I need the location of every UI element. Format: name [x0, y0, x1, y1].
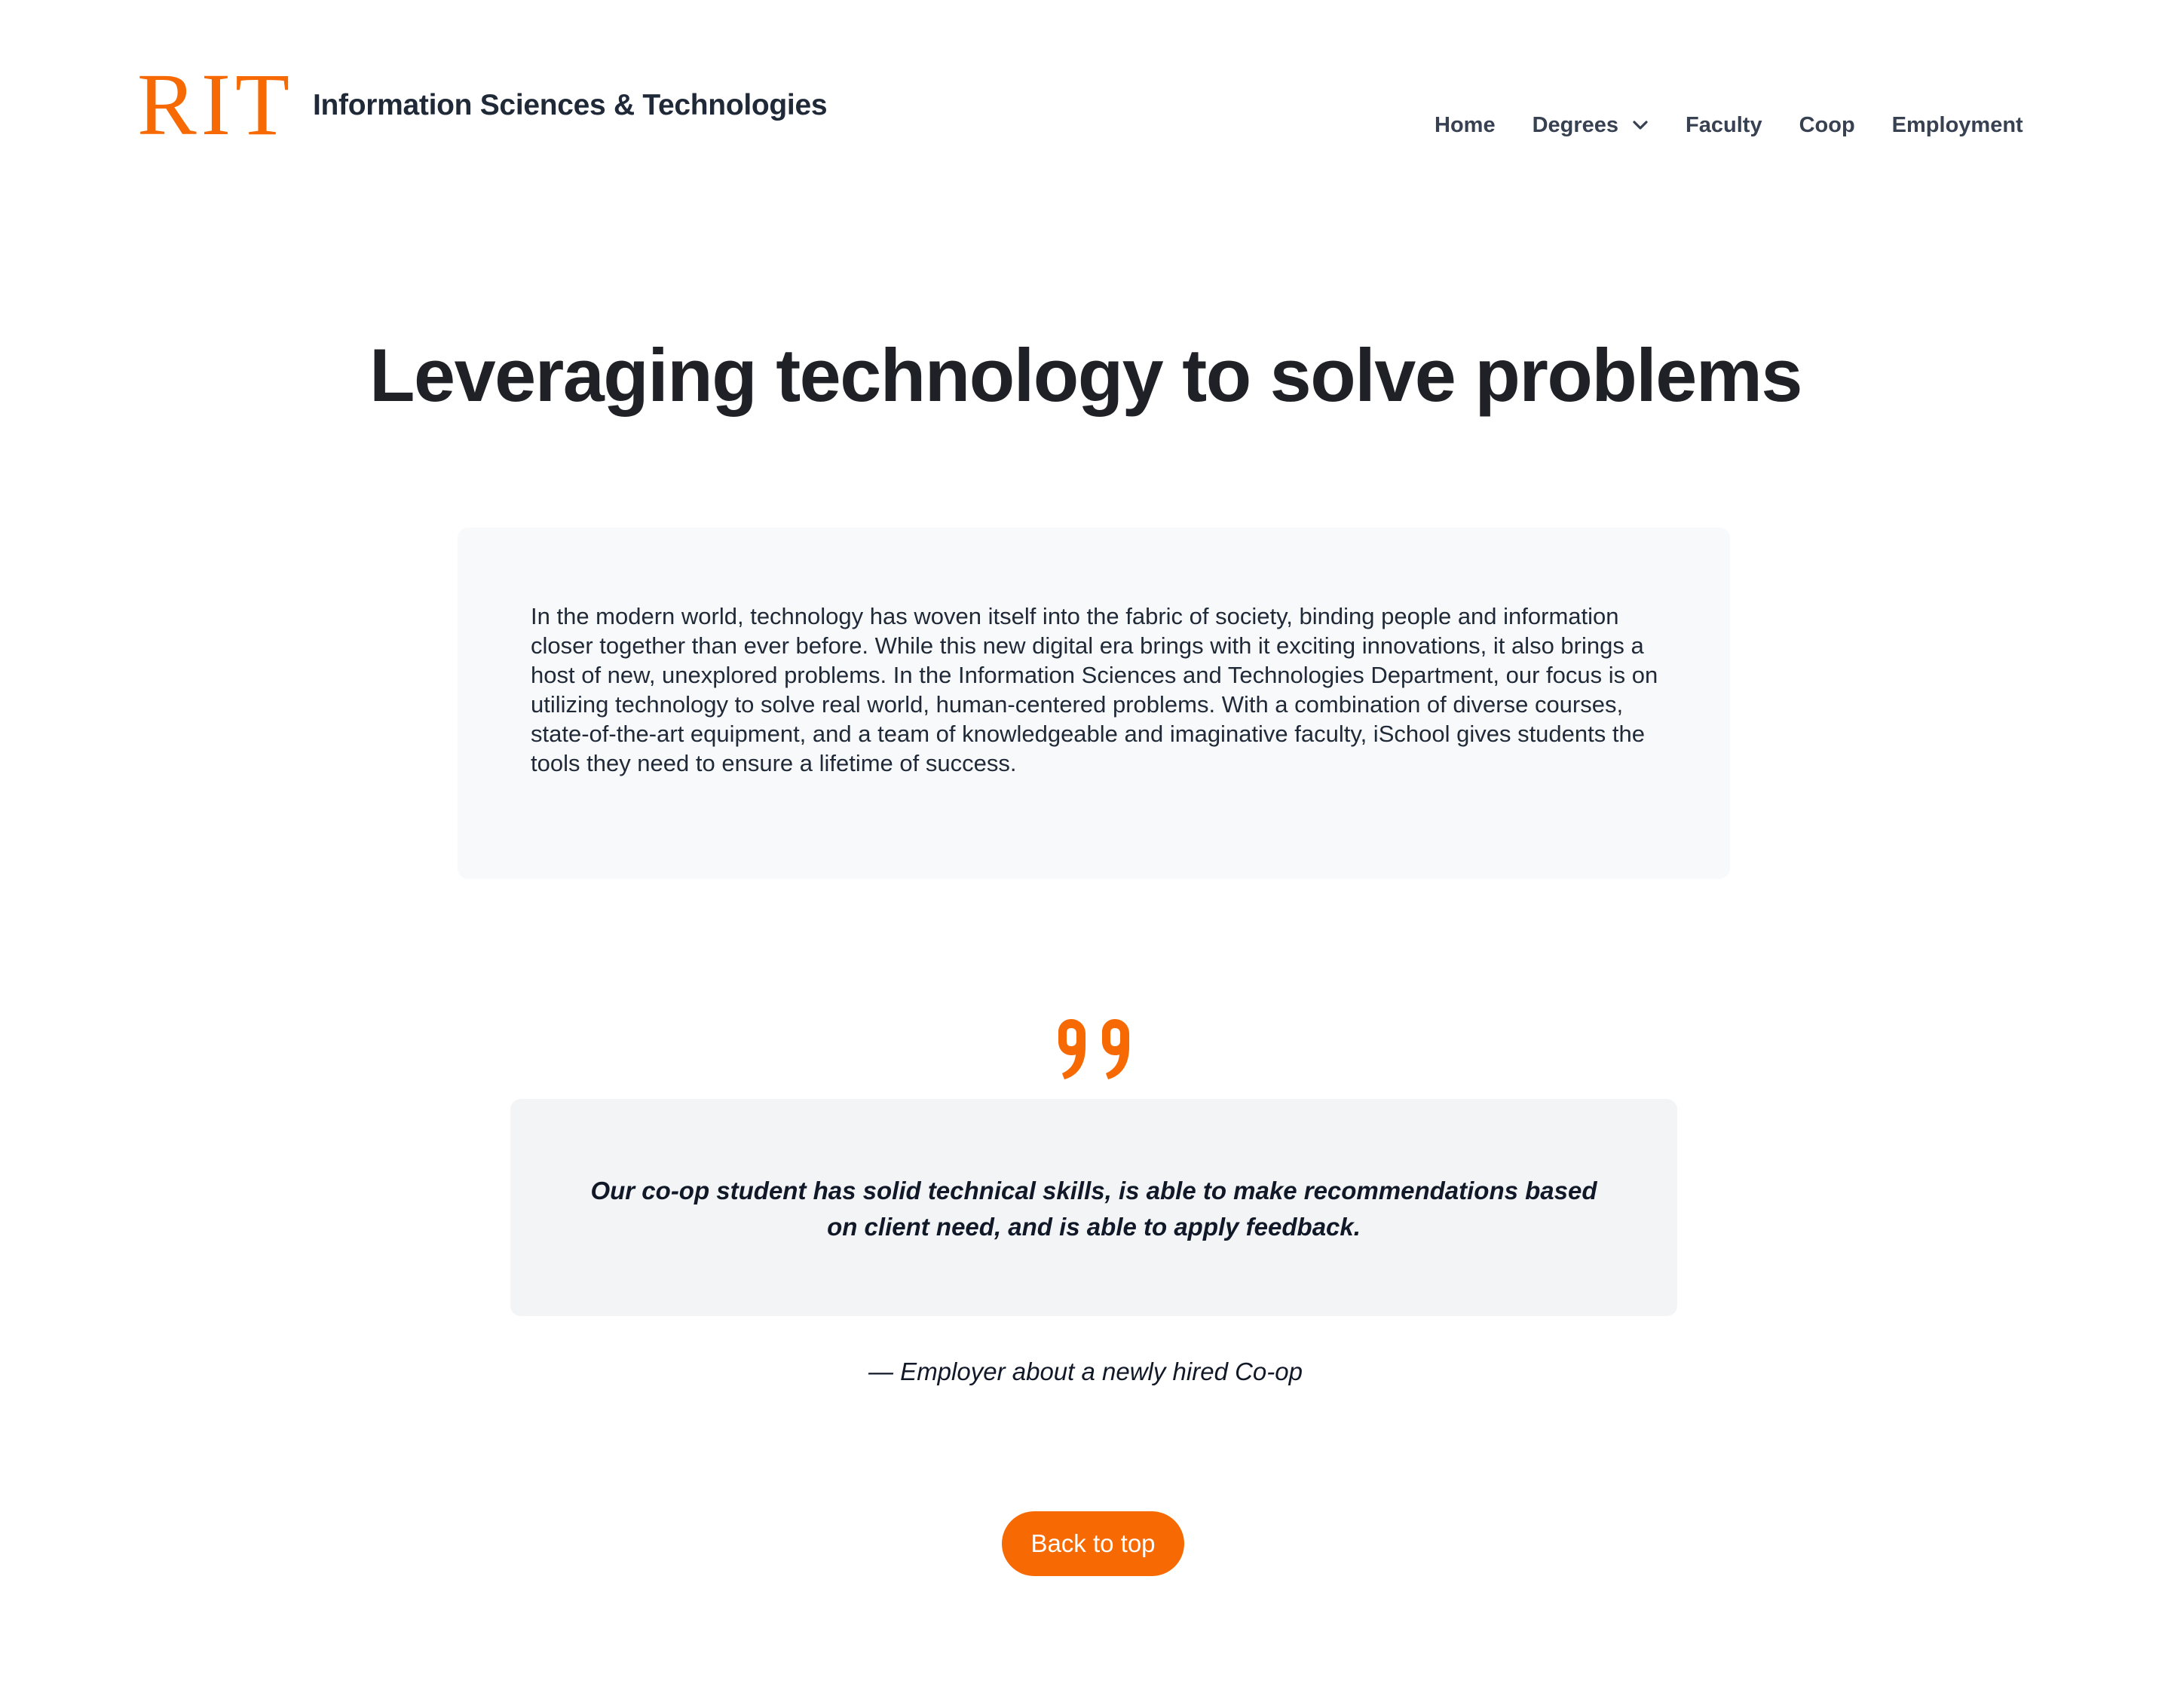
intro-text: In the modern world, technology has wove…: [531, 603, 1658, 776]
nav-item-degrees-label: Degrees: [1532, 112, 1619, 137]
testimonial-quote: Our co-op student has solid technical sk…: [590, 1177, 1597, 1241]
testimonial-attribution: — Employer about a newly hired Co-op: [868, 1358, 1303, 1385]
intro-card: In the modern world, technology has wove…: [458, 528, 1730, 879]
testimonial-card: Our co-op student has solid technical sk…: [510, 1099, 1677, 1316]
nav-item-coop[interactable]: Coop: [1799, 113, 1855, 138]
main-nav: Home Degrees Faculty Coop Employment: [1435, 110, 2023, 140]
chevron-down-icon[interactable]: [1632, 120, 1649, 130]
quote-icon: [1058, 1019, 1129, 1079]
nav-item-home[interactable]: Home: [1435, 113, 1496, 138]
hero-title: Leveraging technology to solve problems: [369, 333, 1802, 417]
rit-logo[interactable]: RIT: [137, 60, 294, 149]
nav-item-degrees[interactable]: Degrees: [1533, 113, 1649, 138]
nav-item-faculty[interactable]: Faculty: [1686, 113, 1762, 138]
nav-item-employment[interactable]: Employment: [1892, 113, 2023, 138]
back-to-top-button[interactable]: Back to top: [1002, 1511, 1184, 1576]
site-title[interactable]: Information Sciences & Technologies: [313, 88, 828, 123]
